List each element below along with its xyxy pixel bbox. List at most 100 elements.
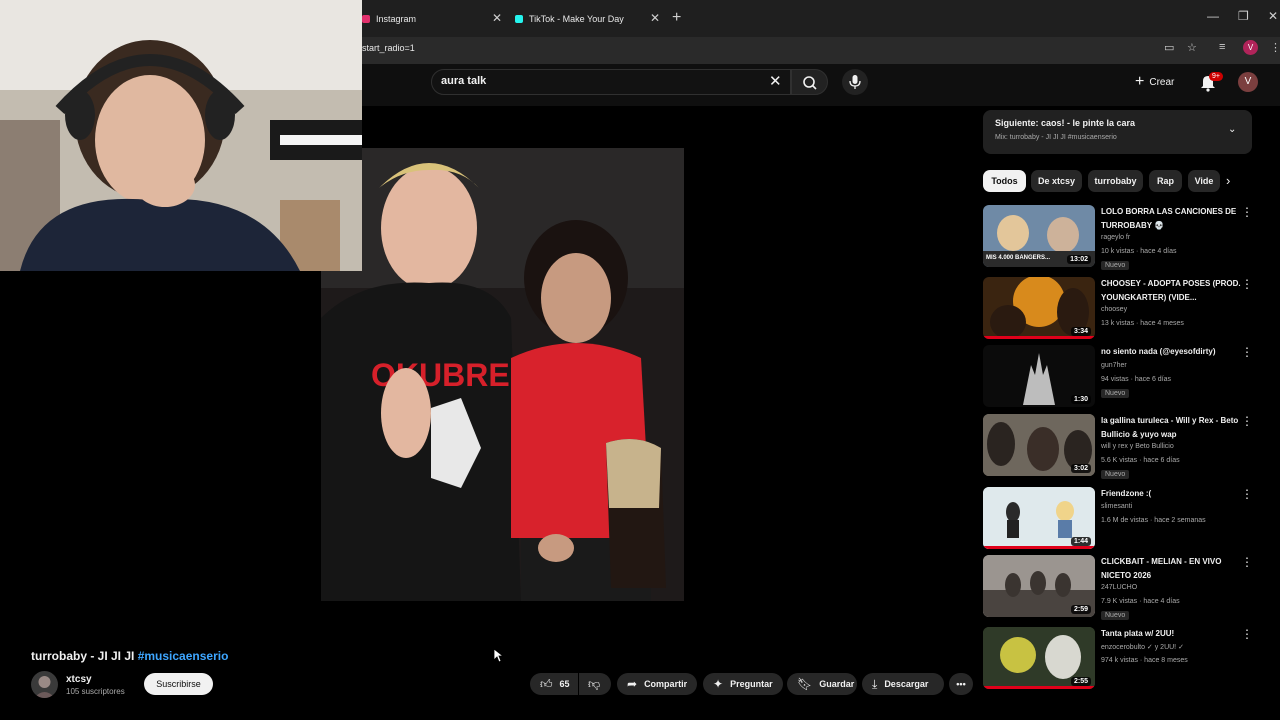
account-avatar[interactable]: V xyxy=(1238,72,1258,92)
share-button[interactable]: ➦ Compartir xyxy=(617,673,697,695)
video-frame-artwork: OKUBRE xyxy=(321,148,684,601)
url-text[interactable]: start_radio=1 xyxy=(362,43,415,53)
channel-subscribers: 105 suscriptores xyxy=(66,687,125,696)
share-label: Compartir xyxy=(644,679,688,689)
new-badge: Nuevo xyxy=(1101,261,1130,270)
dislike-button[interactable]: 👎︎ xyxy=(579,673,611,695)
list-item[interactable]: 3:02 la gallina turuleca - Will y Rex - … xyxy=(983,414,1273,479)
list-item[interactable]: 2:55 Tanta plata w/ 2UU! enzocerobulto ✓… xyxy=(983,627,1273,689)
video-meta: 13 k vistas · hace 4 meses xyxy=(1101,320,1184,327)
create-button[interactable]: + Crear xyxy=(1135,73,1174,91)
list-item[interactable]: MIS 4.000 BANGERS... 13:02 LOLO BORRA LA… xyxy=(983,205,1273,270)
download-icon: ⤓ xyxy=(872,676,878,691)
list-item[interactable]: 1:30 no siento nada (@eyesofdirty) gun7h… xyxy=(983,345,1273,407)
reading-list-icon[interactable]: ≡ xyxy=(1219,41,1225,53)
video-title: CHOOSEY - ADOPTA POSES (PROD. YOUNGKARTE… xyxy=(1101,279,1241,302)
chevron-down-icon[interactable]: ⌄ xyxy=(1228,124,1236,135)
list-item[interactable]: 2:59 CLICKBAIT - MELIAN - EN VIVO NICETO… xyxy=(983,555,1273,620)
save-button[interactable]: 🔖︎ Guardar xyxy=(787,673,857,695)
thumbs-down-icon: 👎︎ xyxy=(588,676,601,691)
save-label: Guardar xyxy=(819,679,855,689)
watch-progress-bar xyxy=(983,686,1095,689)
like-button[interactable]: 👍︎ 65 xyxy=(530,673,578,695)
voice-search-button[interactable] xyxy=(842,69,868,95)
video-thumbnail: MIS 4.000 BANGERS... 13:02 xyxy=(983,205,1095,267)
download-button[interactable]: ⤓ Descargar xyxy=(862,673,944,695)
browser-profile-avatar[interactable]: V xyxy=(1243,40,1258,55)
chip-todos[interactable]: Todos xyxy=(983,170,1026,192)
duration-badge: 13:02 xyxy=(1067,255,1091,264)
channel-name[interactable]: xtcsy xyxy=(66,674,92,685)
notifications-badge: 9+ xyxy=(1209,72,1223,81)
chip-de-xtcsy[interactable]: De xtcsy xyxy=(1031,170,1082,192)
minimize-icon[interactable]: — xyxy=(1207,9,1219,23)
ask-button[interactable]: ✦ Preguntar xyxy=(703,673,783,695)
video-meta: 5.6 K vistas · hace 6 días xyxy=(1101,457,1180,464)
search-button[interactable] xyxy=(791,69,828,95)
more-vertical-icon[interactable]: ⋮ xyxy=(1241,414,1253,428)
list-item[interactable]: 3:34 CHOOSEY - ADOPTA POSES (PROD. YOUNG… xyxy=(983,277,1273,339)
webcam-overlay xyxy=(0,0,362,271)
duration-badge: 2:59 xyxy=(1070,605,1091,614)
duration-badge: 2:55 xyxy=(1070,677,1091,686)
more-vertical-icon[interactable]: ⋮ xyxy=(1241,627,1253,641)
clear-search-icon[interactable]: ✕ xyxy=(769,72,782,90)
mouse-cursor-icon xyxy=(494,649,504,663)
more-vertical-icon[interactable]: ⋮ xyxy=(1241,555,1253,569)
chip-videos[interactable]: Vide xyxy=(1188,170,1220,192)
up-next-card[interactable] xyxy=(983,110,1252,154)
more-vertical-icon[interactable]: ⋮ xyxy=(1241,487,1253,501)
up-next-title: Siguiente: caos! - le pinte la cara xyxy=(995,118,1136,128)
sparkle-icon: ✦ xyxy=(713,677,724,691)
video-thumbnail: 1:30 xyxy=(983,345,1095,407)
new-badge: Nuevo xyxy=(1101,389,1130,398)
video-meta: 94 vistas · hace 6 días xyxy=(1101,376,1172,383)
more-vertical-icon[interactable]: ⋮ xyxy=(1241,345,1253,359)
cast-icon[interactable]: ▭ xyxy=(1164,41,1174,54)
video-artwork-image: OKUBRE xyxy=(321,148,684,601)
new-badge: Nuevo xyxy=(1101,611,1130,620)
channel-name: choosey xyxy=(1101,306,1128,313)
video-hashtag-link[interactable]: #musicaenserio xyxy=(138,649,229,663)
duration-badge: 3:34 xyxy=(1070,327,1091,336)
more-vertical-icon[interactable]: ⋮ xyxy=(1241,277,1253,291)
up-next-subtitle: Mix: turrobaby - JI JI JI #musicaenserio xyxy=(995,134,1117,141)
watch-progress-bar xyxy=(983,336,1095,339)
window-close-icon[interactable]: ✕ xyxy=(1268,9,1278,23)
tab-label: TikTok - Make Your Day xyxy=(529,14,624,24)
video-title: turrobaby - JI JI JI #musicaenserio xyxy=(31,649,228,663)
more-vertical-icon[interactable]: ⋮ xyxy=(1241,205,1253,219)
duration-badge: 1:44 xyxy=(1070,537,1091,546)
tab-label: Instagram xyxy=(376,14,417,24)
duration-badge: 1:30 xyxy=(1070,395,1091,404)
thumbnail-caption: MIS 4.000 BANGERS... xyxy=(986,255,1051,261)
video-title-main: turrobaby - JI JI JI xyxy=(31,649,138,663)
list-item[interactable]: 1:44 Friendzone :( slimesanti 1.6 M de v… xyxy=(983,487,1273,549)
video-title: no siento nada (@eyesofdirty) xyxy=(1101,347,1216,356)
plus-icon: + xyxy=(1135,73,1145,90)
maximize-icon[interactable]: ❐ xyxy=(1238,9,1249,23)
subscribe-button[interactable]: Suscribirse xyxy=(144,673,213,695)
channel-name: 247LUCHO xyxy=(1101,584,1138,591)
browser-menu-icon[interactable]: ⋮ xyxy=(1270,41,1280,54)
bookmark-star-icon[interactable]: ☆ xyxy=(1187,41,1197,54)
video-meta: 1.6 M de vistas · hace 2 semanas xyxy=(1101,517,1206,524)
more-actions-button[interactable]: ••• xyxy=(949,673,973,695)
channel-avatar[interactable] xyxy=(31,671,58,698)
tab-tiktok[interactable]: TikTok - Make Your Day ✕ xyxy=(515,7,660,31)
chip-rap[interactable]: Rap xyxy=(1149,170,1182,192)
chip-turrobaby[interactable]: turrobaby xyxy=(1088,170,1143,192)
search-icon xyxy=(803,76,817,90)
new-tab-button[interactable]: + xyxy=(672,9,681,27)
new-badge: Nuevo xyxy=(1101,470,1130,479)
webcam-image xyxy=(0,0,362,271)
channel-name: enzocerobulto ✓ y 2UU! ✓ xyxy=(1101,644,1184,651)
close-icon[interactable]: ✕ xyxy=(650,11,660,25)
search-query-text: aura talk xyxy=(441,75,487,87)
close-icon[interactable]: ✕ xyxy=(492,11,502,25)
tab-instagram[interactable]: Instagram ✕ xyxy=(362,7,502,31)
chevron-right-icon[interactable]: › xyxy=(1226,173,1230,188)
microphone-icon xyxy=(849,75,861,89)
channel-name: slimesanti xyxy=(1101,503,1133,510)
duration-badge: 3:02 xyxy=(1070,464,1091,473)
